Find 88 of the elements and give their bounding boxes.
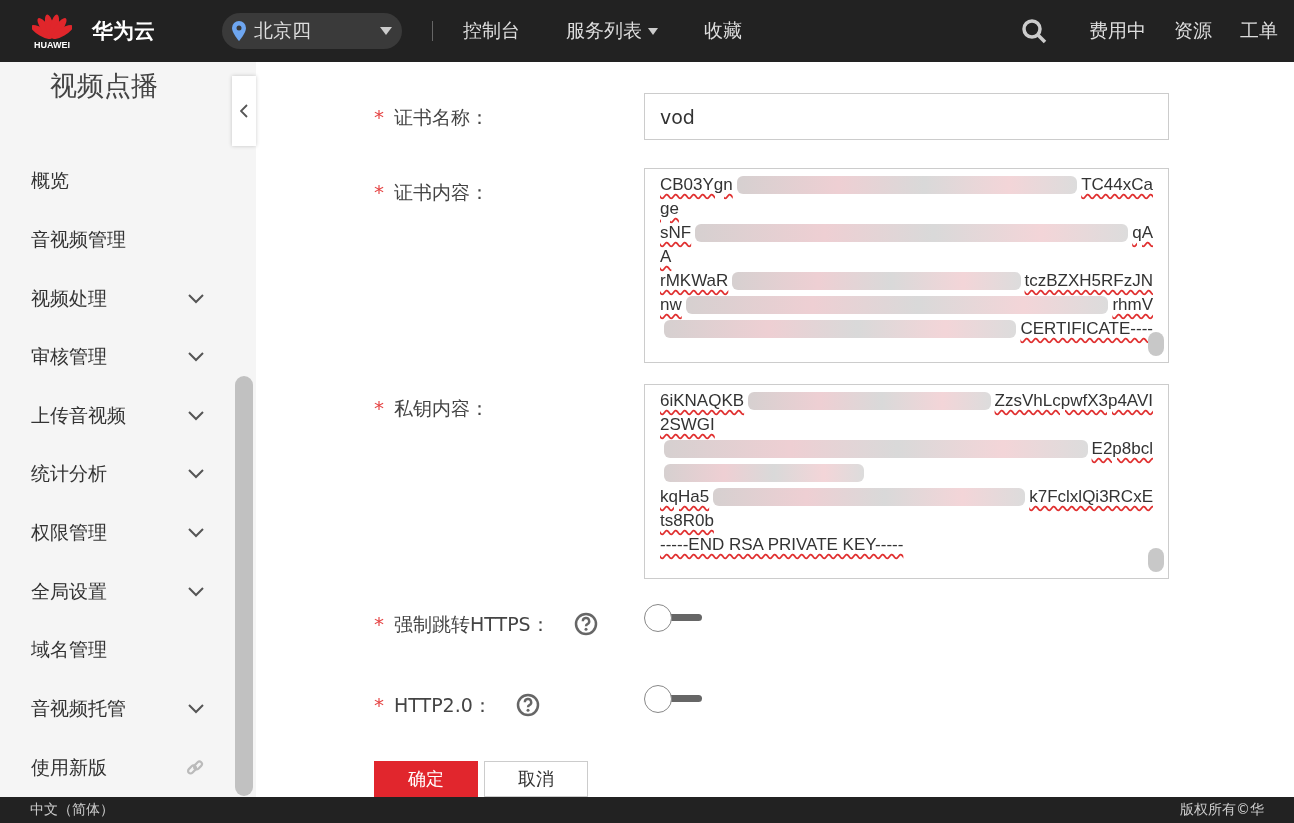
text-area-field[interactable]: 6iKNAQKB ZzsVhLcpwfX3p4AVI 2SWGI E2p8bcl kqHa5 k7FclxlQi3RCxE ts8R0b -----END RSA PRIVATE KEY----- bbox=[644, 384, 1169, 580]
chevron-down-icon bbox=[188, 469, 204, 480]
text-line-fragment: rMKWaR bbox=[660, 270, 729, 291]
confirm-button[interactable]: 确定 bbox=[374, 761, 478, 797]
toggle-switch[interactable] bbox=[644, 684, 704, 713]
text-line-fragment: CB03Ygn bbox=[660, 174, 733, 195]
chevron-down-icon bbox=[188, 352, 204, 363]
text-line-fragment: tczBZXH5RFzJN bbox=[1024, 270, 1153, 291]
text-line-fragment: A bbox=[660, 246, 672, 267]
required-mark: * bbox=[374, 105, 384, 129]
sidebar-item[interactable]: 概览 bbox=[0, 152, 232, 211]
chevron-down-icon bbox=[188, 586, 204, 597]
text-line-fragment: kqHa5 bbox=[660, 487, 710, 508]
header-link[interactable]: 工单 bbox=[1240, 18, 1278, 44]
chevron-left-icon bbox=[240, 104, 248, 118]
text-area-field[interactable]: CB03Ygn TC44xCa ge sNF qA A rMKWaR tczBZXH5RFzJN nw rhmV CERTIFICATE---- bbox=[644, 167, 1169, 363]
required-mark: * bbox=[374, 692, 384, 717]
cancel-button[interactable]: 取消 bbox=[484, 761, 588, 797]
brand-name: 华为云 bbox=[92, 18, 156, 45]
text-line-fragment: CERTIFICATE---- bbox=[1020, 318, 1153, 339]
sidebar-item[interactable]: 上传音视频 bbox=[0, 386, 232, 446]
text-line-fragment: k7FclxlQi3RCxE bbox=[1029, 487, 1153, 508]
sidebar-item-label: 全局设置 bbox=[31, 578, 107, 604]
logo-text: HUAWEI bbox=[34, 40, 70, 50]
required-mark: * bbox=[374, 612, 384, 637]
sidebar-title: 视频点播 bbox=[49, 69, 159, 103]
required-mark: * bbox=[374, 179, 384, 204]
field-label: 强制跳转HTTPS： bbox=[394, 612, 550, 638]
text-line-fragment: ZzsVhLcpwfX3p4AVI bbox=[994, 391, 1153, 412]
text-line-fragment: rhmV bbox=[1112, 294, 1153, 315]
header-link[interactable]: 资源 bbox=[1174, 18, 1212, 44]
text-line-fragment: ge bbox=[660, 198, 679, 219]
help-icon[interactable] bbox=[515, 692, 540, 717]
sidebar-item-label: 视频处理 bbox=[31, 285, 107, 311]
chevron-down-icon bbox=[188, 410, 204, 421]
location-pin-icon bbox=[232, 21, 246, 41]
text-line-fragment: -----END RSA PRIVATE KEY----- bbox=[660, 535, 904, 556]
required-mark: * bbox=[374, 396, 384, 421]
field-label: 私钥内容： bbox=[394, 396, 489, 422]
link-icon bbox=[186, 758, 204, 777]
header-link[interactable]: 费用中 bbox=[1089, 18, 1146, 44]
logo-icon bbox=[32, 12, 72, 40]
chevron-down-icon bbox=[188, 704, 204, 714]
sidebar-item-label: 审核管理 bbox=[31, 344, 107, 370]
copyright-text: 版权所有©华 bbox=[1180, 801, 1264, 819]
sidebar-item-label: 使用新版 bbox=[31, 754, 107, 780]
nav-link[interactable]: 服务列表 bbox=[566, 18, 658, 44]
sidebar-item[interactable]: 视频处理 bbox=[0, 269, 232, 328]
sidebar-item[interactable]: 域名管理 bbox=[0, 621, 232, 680]
sidebar-item-label: 音视频管理 bbox=[31, 227, 126, 252]
sidebar-item[interactable]: 使用新版 bbox=[0, 738, 232, 797]
text-line-fragment: E2p8bcl bbox=[1091, 439, 1153, 460]
sidebar-item[interactable]: 全局设置 bbox=[0, 562, 232, 622]
chevron-down-icon bbox=[188, 528, 204, 539]
sidebar-item-label: 权限管理 bbox=[31, 520, 107, 546]
name-input[interactable]: vod bbox=[644, 93, 1169, 140]
text-line-fragment: 6iKNAQKB bbox=[660, 391, 745, 412]
text-line-fragment: sNF bbox=[660, 222, 692, 243]
text-line-fragment: TC44xCa bbox=[1081, 174, 1153, 195]
sidebar-item-label: 音视频托管 bbox=[31, 696, 126, 721]
field-label: 证书内容： bbox=[394, 179, 489, 205]
region-selector[interactable]: 北京四 bbox=[222, 13, 402, 49]
nav-link[interactable]: 控制台 bbox=[463, 18, 520, 44]
help-icon[interactable] bbox=[573, 612, 598, 637]
text-line-fragment: qA bbox=[1132, 222, 1153, 243]
sidebar-item[interactable]: 音视频管理 bbox=[0, 210, 232, 270]
sidebar-item[interactable]: 统计分析 bbox=[0, 445, 232, 504]
search-icon[interactable] bbox=[1021, 18, 1047, 44]
text-line-fragment: ts8R0b bbox=[660, 511, 714, 532]
field-label: 证书名称： bbox=[394, 105, 489, 130]
sidebar-item[interactable]: 音视频托管 bbox=[0, 679, 232, 739]
text-line-fragment: 2SWGI bbox=[660, 415, 715, 436]
sidebar-item[interactable]: 审核管理 bbox=[0, 327, 232, 387]
text-line-fragment: nw bbox=[660, 294, 682, 315]
collapse-button[interactable] bbox=[232, 76, 256, 146]
sidebar-item-label: 统计分析 bbox=[31, 461, 107, 487]
scrollbar-thumb[interactable] bbox=[1148, 548, 1164, 573]
sidebar-item-label: 概览 bbox=[31, 168, 69, 194]
chevron-down-icon bbox=[188, 293, 204, 304]
sidebar-item-label: 域名管理 bbox=[31, 637, 107, 663]
scrollbar-thumb[interactable] bbox=[235, 376, 253, 796]
sidebar-item-label: 上传音视频 bbox=[31, 402, 126, 428]
toggle-switch[interactable] bbox=[644, 604, 704, 633]
caret-down-icon bbox=[380, 27, 392, 35]
nav-link[interactable]: 收藏 bbox=[704, 18, 742, 44]
field-label: HTTP2.0： bbox=[394, 692, 492, 718]
language-selector[interactable]: 中文（简体） bbox=[30, 801, 114, 819]
sidebar-item[interactable]: 权限管理 bbox=[0, 503, 232, 563]
